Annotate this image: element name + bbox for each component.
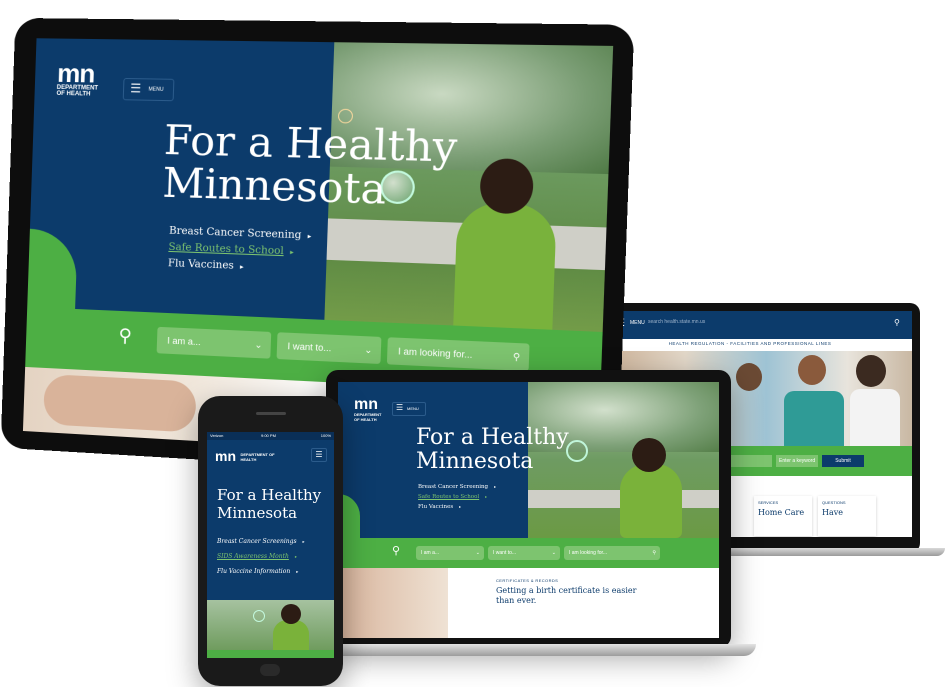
- secondary-submit-button[interactable]: Submit: [822, 455, 864, 467]
- search-icon: ⚲: [652, 550, 656, 556]
- desktop-quick-links: Breast Cancer Screening ▸ Safe Routes to …: [168, 223, 312, 277]
- secondary-search-icon[interactable]: ⚲: [894, 318, 900, 327]
- hamburger-icon: ☰: [396, 403, 404, 412]
- search-icon: ⚲: [512, 351, 521, 363]
- desktop-logo[interactable]: mn DEPARTMENT OF HEALTH: [56, 57, 99, 98]
- doctor-coat: [850, 389, 900, 446]
- status-time: 9:00 PM: [261, 433, 276, 438]
- laptop-screen: mn DEPARTMENT OF HEALTH ☰ MENU For a Hea…: [338, 382, 719, 638]
- laptop-link-0[interactable]: Breast Cancer Screening ▸: [418, 482, 496, 492]
- secondary-banner: HEALTH REGULATION - FACILITIES AND PROFE…: [668, 341, 832, 346]
- phone-bubble: [253, 610, 265, 622]
- i-want-select[interactable]: I want to... ⌄: [276, 332, 382, 365]
- card-1-title: Home Care: [758, 508, 805, 517]
- laptop-logo[interactable]: mn DEPARTMENT OF HEALTH: [354, 396, 381, 423]
- secondary-card-1[interactable]: SERVICES Home Care: [754, 496, 812, 536]
- laptop-hands-photo: [338, 568, 448, 638]
- phone-hero-title: For a Healthy Minnesota: [217, 486, 321, 522]
- phone-status-bar: Verizon 9:00 PM 100%: [207, 432, 334, 440]
- phone-link-1[interactable]: SIDS Awareness Month ▸: [217, 549, 305, 564]
- chevron-down-icon: ⌄: [551, 550, 556, 556]
- laptop-link-1[interactable]: Safe Routes to School ▸: [418, 492, 496, 502]
- status-carrier: Verizon: [210, 433, 224, 438]
- phone: Verizon 9:00 PM 100% mn DEPARTMENT OF HE…: [198, 396, 343, 686]
- phone-title-line-2: Minnesota: [217, 504, 298, 522]
- laptop-title-line-2: Minnesota: [416, 449, 534, 474]
- doctor-person-2: [798, 355, 826, 385]
- laptop-child-coat: [620, 464, 682, 538]
- location-pin-icon: ⚲: [118, 325, 133, 346]
- laptop-link-2[interactable]: Flu Vaccines ▸: [418, 502, 496, 512]
- phone-speaker: [256, 412, 286, 415]
- secondary-menu-label[interactable]: MENU: [630, 320, 645, 326]
- desktop-menu-button[interactable]: ☰ MENU: [122, 77, 175, 102]
- card-1-label: SERVICES: [758, 500, 779, 505]
- phone-home-button[interactable]: [260, 664, 280, 676]
- desktop-hero-title: For a Healthy Minnesota: [162, 117, 458, 214]
- laptop-logo-mark: mn: [354, 396, 378, 413]
- card-2-title: Have: [822, 508, 843, 517]
- phone-logo[interactable]: mn DEPARTMENT OF HEALTH: [215, 448, 276, 466]
- phone-link-2[interactable]: Flu Vaccine Information ▸: [217, 564, 305, 579]
- phone-logo-mark: mn: [215, 448, 236, 464]
- phone-menu-icon[interactable]: ☰: [311, 448, 327, 462]
- phone-quick-links: Breast Cancer Screenings ▸ SIDS Awareness…: [217, 534, 305, 579]
- laptop-looking-for-input[interactable]: I am looking for... ⚲: [564, 546, 660, 560]
- status-battery: 100%: [320, 433, 331, 438]
- hamburger-icon: ☰: [129, 81, 142, 96]
- nurse-scrubs: [784, 391, 844, 446]
- laptop-location-pin-icon: ⚲: [392, 545, 401, 557]
- secondary-search-input[interactable]: search health.state.mn.us: [648, 319, 888, 331]
- laptop-title-line-1: For a Healthy: [416, 425, 569, 450]
- phone-screen: Verizon 9:00 PM 100% mn DEPARTMENT OF HE…: [207, 432, 334, 658]
- secondary-field-2[interactable]: Enter a keyword: [776, 455, 818, 467]
- laptop-lower-section: CERTIFICATES & RECORDS Getting a birth c…: [338, 568, 719, 638]
- menu-label: MENU: [148, 86, 164, 93]
- chevron-down-icon: ⌄: [475, 550, 480, 556]
- laptop-logo-line-2: OF HEALTH: [354, 417, 377, 422]
- laptop-quick-links: Breast Cancer Screening ▸ Safe Routes to …: [418, 482, 496, 512]
- laptop-menu-button[interactable]: ☰ MENU: [392, 402, 426, 416]
- laptop-hero-title: For a Healthy Minnesota: [416, 426, 569, 474]
- i-am-select[interactable]: I am a... ⌄: [156, 326, 272, 359]
- laptop-child-head: [632, 438, 666, 472]
- secondary-card-2[interactable]: QUESTIONS Have: [818, 496, 876, 536]
- laptop-story-label: CERTIFICATES & RECORDS: [496, 578, 559, 583]
- phone-title-line-1: For a Healthy: [217, 486, 322, 504]
- looking-for-input[interactable]: I am looking for... ⚲: [386, 337, 530, 372]
- doctor-person-1: [736, 363, 762, 391]
- chevron-down-icon: ⌄: [364, 344, 373, 356]
- laptop-bubble: [566, 440, 588, 462]
- phone-hero-photo: [207, 600, 334, 650]
- card-2-label: QUESTIONS: [822, 500, 846, 505]
- laptop-menu-label: MENU: [407, 406, 419, 411]
- phone-child-coat: [273, 620, 309, 650]
- phone-child-head: [281, 604, 301, 624]
- laptop-i-want-select[interactable]: I want to... ⌄: [488, 546, 560, 560]
- logo-mark: mn: [56, 57, 95, 89]
- laptop-story-headline[interactable]: Getting a birth certificate is easier th…: [496, 586, 646, 606]
- phone-green-strip: [207, 650, 334, 658]
- secondary-header: mn ☰ MENU search health.state.mn.us ⚲: [588, 311, 912, 339]
- laptop: mn DEPARTMENT OF HEALTH ☰ MENU For a Hea…: [326, 370, 731, 648]
- phone-link-0[interactable]: Breast Cancer Screenings ▸: [217, 534, 305, 549]
- doctor-person-3: [856, 355, 886, 387]
- laptop-base: [300, 644, 756, 656]
- photo-hands: [43, 373, 197, 433]
- logo-line-2: OF HEALTH: [56, 90, 91, 98]
- laptop-search-band: ⚲ I am a... ⌄ I want to... ⌄ I am looking …: [338, 538, 719, 568]
- laptop-i-am-select[interactable]: I am a... ⌄: [416, 546, 484, 560]
- phone-logo-text: DEPARTMENT OF HEALTH: [240, 451, 275, 462]
- chevron-down-icon: ⌄: [254, 339, 263, 351]
